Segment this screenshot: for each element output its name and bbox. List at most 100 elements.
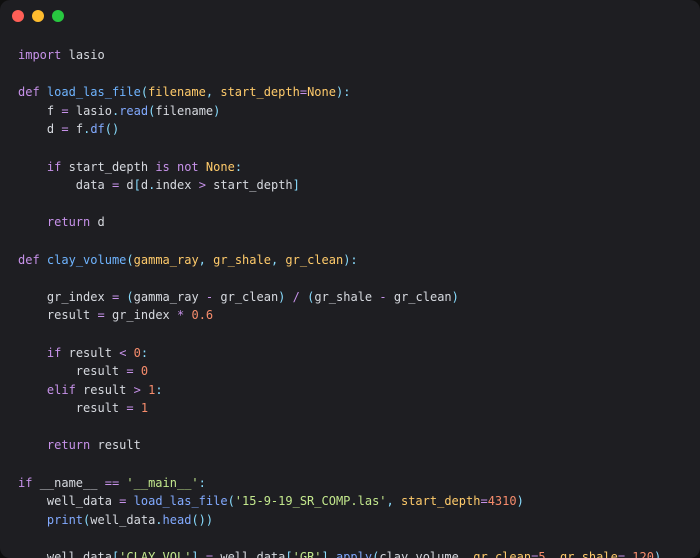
token-id: gr_clean: [220, 290, 278, 304]
code-line[interactable]: d = f.df(): [18, 120, 682, 139]
code-editor[interactable]: import lasio def load_las_file(filename,…: [0, 32, 700, 558]
token-op: =: [98, 308, 105, 322]
token-punc: ): [452, 290, 459, 304]
token-n: 5: [538, 550, 545, 558]
token-space: [199, 160, 206, 174]
token-space: [18, 290, 47, 304]
token-call: df: [90, 122, 104, 136]
maximize-icon[interactable]: [52, 10, 64, 22]
token-punc: ()): [191, 513, 213, 527]
token-space: [32, 476, 39, 490]
token-space: [61, 160, 68, 174]
code-line[interactable]: result = gr_index * 0.6: [18, 306, 682, 325]
code-line[interactable]: if __name__ == '__main__':: [18, 474, 682, 493]
token-punc: :: [141, 346, 148, 360]
token-k: def: [18, 253, 40, 267]
token-p: gamma_ray: [134, 253, 199, 267]
token-punc: .: [155, 513, 162, 527]
token-k: if: [18, 476, 32, 490]
token-p: filename: [148, 85, 206, 99]
token-id: start_depth: [69, 160, 148, 174]
code-line[interactable]: [18, 418, 682, 437]
code-line[interactable]: print(well_data.head()): [18, 511, 682, 530]
token-space: [18, 364, 76, 378]
token-op: =: [61, 122, 68, 136]
token-n: 0.6: [191, 308, 213, 322]
code-line[interactable]: return d: [18, 213, 682, 232]
token-p: gr_shale: [213, 253, 271, 267]
code-line[interactable]: if start_depth is not None:: [18, 158, 682, 177]
code-line[interactable]: [18, 195, 682, 214]
token-punc: (: [141, 85, 148, 99]
token-op: =: [61, 104, 68, 118]
token-c: None: [206, 160, 235, 174]
close-icon[interactable]: [12, 10, 24, 22]
token-k: if: [47, 160, 61, 174]
code-line[interactable]: gr_index = (gamma_ray - gr_clean) / (gr_…: [18, 288, 682, 307]
token-fn: load_las_file: [47, 85, 141, 99]
code-line[interactable]: elif result > 1:: [18, 381, 682, 400]
token-id: gr_shale: [314, 290, 372, 304]
token-id: result: [69, 346, 112, 360]
token-id: well_data: [47, 550, 112, 558]
code-line[interactable]: [18, 65, 682, 84]
token-n: 120: [632, 550, 654, 558]
token-id: well_data: [47, 494, 112, 508]
code-line[interactable]: [18, 232, 682, 251]
code-line[interactable]: [18, 139, 682, 158]
token-punc: [: [134, 178, 141, 192]
code-line[interactable]: import lasio: [18, 46, 682, 65]
code-line[interactable]: def load_las_file(filename, start_depth=…: [18, 83, 682, 102]
token-space: [126, 383, 133, 397]
token-space: [69, 122, 76, 136]
code-line[interactable]: [18, 529, 682, 548]
code-line[interactable]: data = d[d.index > start_depth]: [18, 176, 682, 195]
token-space: [18, 513, 47, 527]
code-line[interactable]: well_data = load_las_file('15-9-19_SR_CO…: [18, 492, 682, 511]
token-punc: ,: [387, 494, 394, 508]
token-space: [18, 122, 47, 136]
token-space: [105, 308, 112, 322]
token-c: None: [307, 85, 336, 99]
token-s: '__main__': [126, 476, 198, 490]
code-line[interactable]: [18, 455, 682, 474]
token-space: [126, 494, 133, 508]
token-op: =: [300, 85, 307, 99]
code-line[interactable]: def clay_volume(gamma_ray, gr_shale, gr_…: [18, 251, 682, 270]
code-line[interactable]: [18, 269, 682, 288]
code-line[interactable]: return result: [18, 436, 682, 455]
token-p: start_depth: [401, 494, 480, 508]
token-op: ==: [105, 476, 119, 490]
token-n: 1: [141, 401, 148, 415]
code-line[interactable]: f = lasio.read(filename): [18, 102, 682, 121]
token-punc: ,: [199, 253, 206, 267]
code-line[interactable]: well_data['CLAY_VOL'] = well_data['GR'].…: [18, 548, 682, 558]
token-id: lasio: [69, 48, 105, 62]
token-call: head: [163, 513, 192, 527]
token-punc: [: [285, 550, 292, 558]
token-op: =: [126, 364, 133, 378]
token-id: filename: [155, 104, 213, 118]
token-id: data: [76, 178, 105, 192]
token-id: lasio: [76, 104, 112, 118]
token-space: [90, 438, 97, 452]
token-punc: ]: [191, 550, 198, 558]
token-space: [18, 215, 47, 229]
token-space: [61, 48, 68, 62]
token-punc: ):: [343, 253, 357, 267]
code-line[interactable]: if result < 0:: [18, 344, 682, 363]
code-line[interactable]: result = 0: [18, 362, 682, 381]
token-id: __name__: [40, 476, 98, 490]
token-punc: (): [105, 122, 119, 136]
code-line[interactable]: [18, 325, 682, 344]
token-id: gr_clean: [394, 290, 452, 304]
token-punc: :: [155, 383, 162, 397]
token-space: [90, 308, 97, 322]
code-line[interactable]: result = 1: [18, 399, 682, 418]
token-op: =: [126, 401, 133, 415]
token-n: 0: [134, 346, 141, 360]
token-space: [134, 364, 141, 378]
token-id: gr_index: [112, 308, 170, 322]
minimize-icon[interactable]: [32, 10, 44, 22]
token-p: start_depth: [220, 85, 299, 99]
